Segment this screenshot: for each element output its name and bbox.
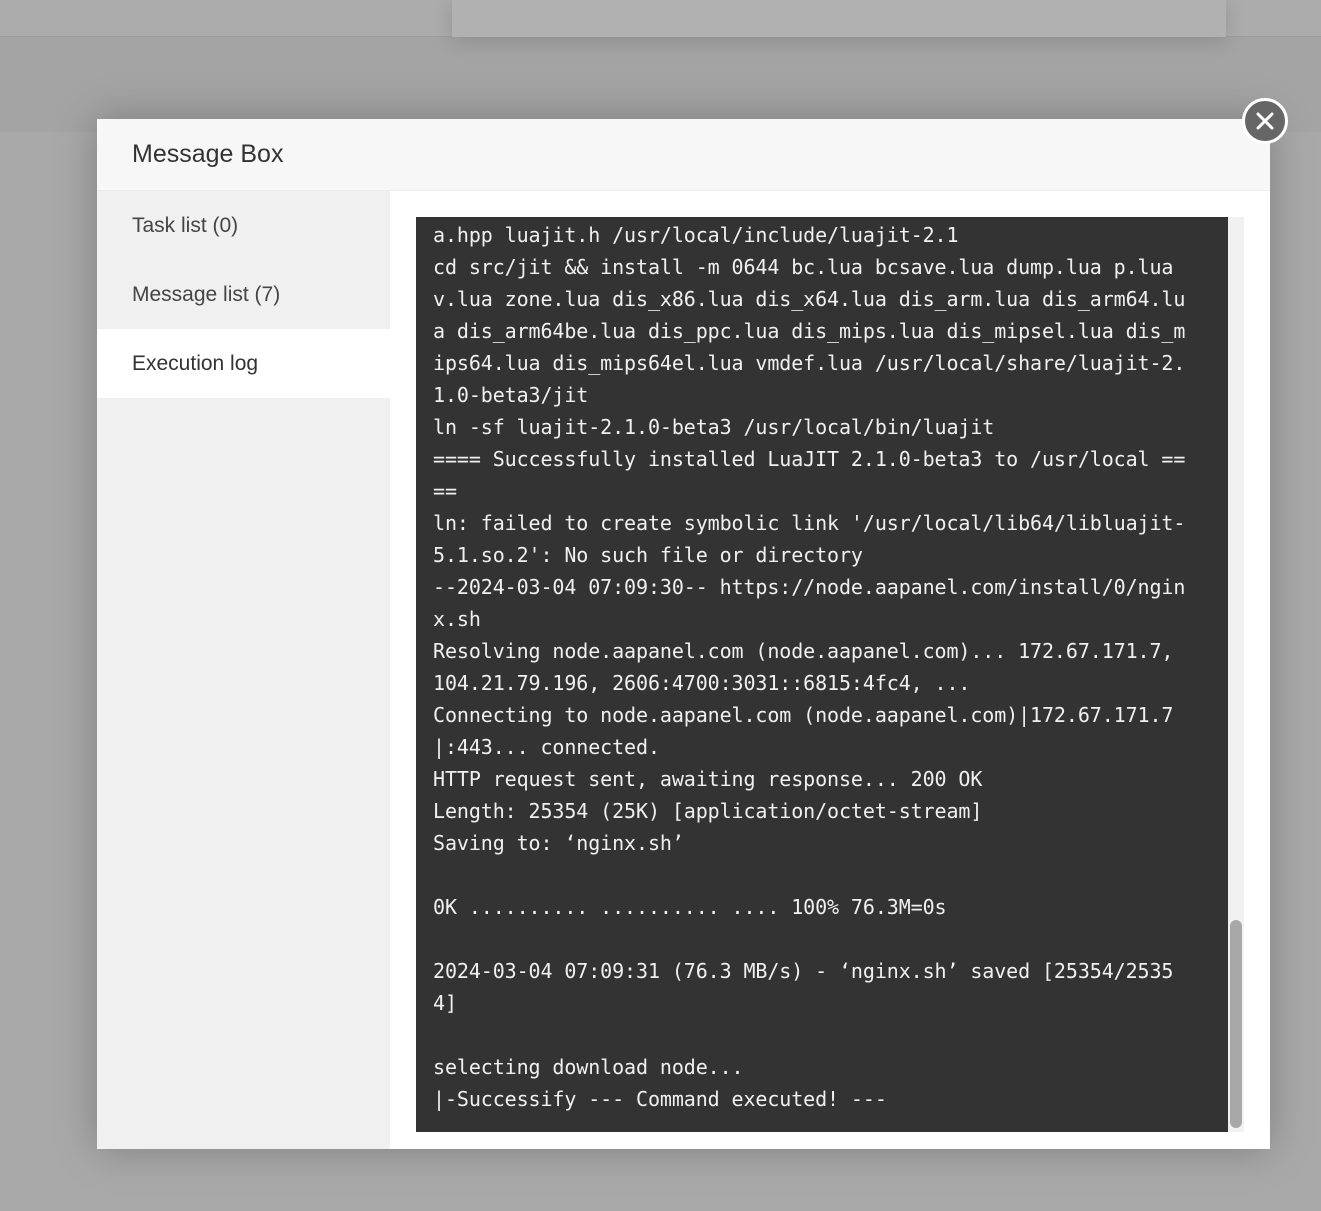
log-line: ln -sf luajit-2.1.0-beta3 /usr/local/bin…: [433, 415, 995, 439]
message-box-dialog: Message Box Task list (0) Message list (…: [97, 119, 1270, 1149]
execution-log-panel[interactable]: a.hpp luajit.h /usr/local/include/luajit…: [416, 217, 1244, 1132]
background-band: [0, 37, 1321, 132]
log-line: selecting download node...: [433, 1055, 744, 1079]
tab-execution-log[interactable]: Execution log: [97, 329, 390, 398]
close-button[interactable]: [1242, 98, 1288, 144]
log-output: a.hpp luajit.h /usr/local/include/luajit…: [433, 219, 1185, 1115]
log-line: a.hpp luajit.h /usr/local/include/luajit…: [433, 223, 959, 247]
log-line: v.lua zone.lua dis_x86.lua dis_x64.lua d…: [433, 287, 1186, 311]
log-line: Connecting to node.aapanel.com (node.aap…: [433, 703, 1174, 727]
log-line: 5.1.so.2': No such file or directory: [433, 543, 863, 567]
scrollbar[interactable]: [1228, 217, 1244, 1132]
log-line: Length: 25354 (25K) [application/octet-s…: [433, 799, 983, 823]
log-line: a dis_arm64be.lua dis_ppc.lua dis_mips.l…: [433, 319, 1186, 343]
log-line: cd src/jit && install -m 0644 bc.lua bcs…: [433, 255, 1174, 279]
log-line: Saving to: ‘nginx.sh’: [433, 831, 684, 855]
log-line: x.sh: [433, 607, 481, 631]
tab-task-list[interactable]: Task list (0): [97, 191, 390, 260]
log-line: |:443... connected.: [433, 735, 660, 759]
close-icon: [1256, 112, 1274, 130]
log-line: Resolving node.aapanel.com (node.aapanel…: [433, 639, 1174, 663]
log-line: |-Successify --- Command executed! ---: [433, 1087, 887, 1111]
log-line: ips64.lua dis_mips64el.lua vmdef.lua /us…: [433, 351, 1186, 375]
log-line: 0K .......... .......... .... 100% 76.3M…: [433, 895, 947, 919]
log-line: ==== Successfully installed LuaJIT 2.1.0…: [433, 447, 1186, 471]
log-line: 4]: [433, 991, 457, 1015]
log-line: HTTP request sent, awaiting response... …: [433, 767, 983, 791]
log-line: ==: [433, 479, 457, 503]
dialog-title: Message Box: [97, 119, 1270, 191]
background-card: [452, 0, 1226, 37]
dialog-sidebar: Task list (0) Message list (7) Execution…: [97, 191, 390, 1149]
scrollbar-thumb[interactable]: [1230, 920, 1242, 1128]
log-line: 104.21.79.196, 2606:4700:3031::6815:4fc4…: [433, 671, 971, 695]
log-line: 1.0-beta3/jit: [433, 383, 589, 407]
log-line: --2024-03-04 07:09:30-- https://node.aap…: [433, 575, 1186, 599]
tab-message-list[interactable]: Message list (7): [97, 260, 390, 329]
log-line: 2024-03-04 07:09:31 (76.3 MB/s) - ‘nginx…: [433, 959, 1174, 983]
log-line: ln: failed to create symbolic link '/usr…: [433, 511, 1186, 535]
